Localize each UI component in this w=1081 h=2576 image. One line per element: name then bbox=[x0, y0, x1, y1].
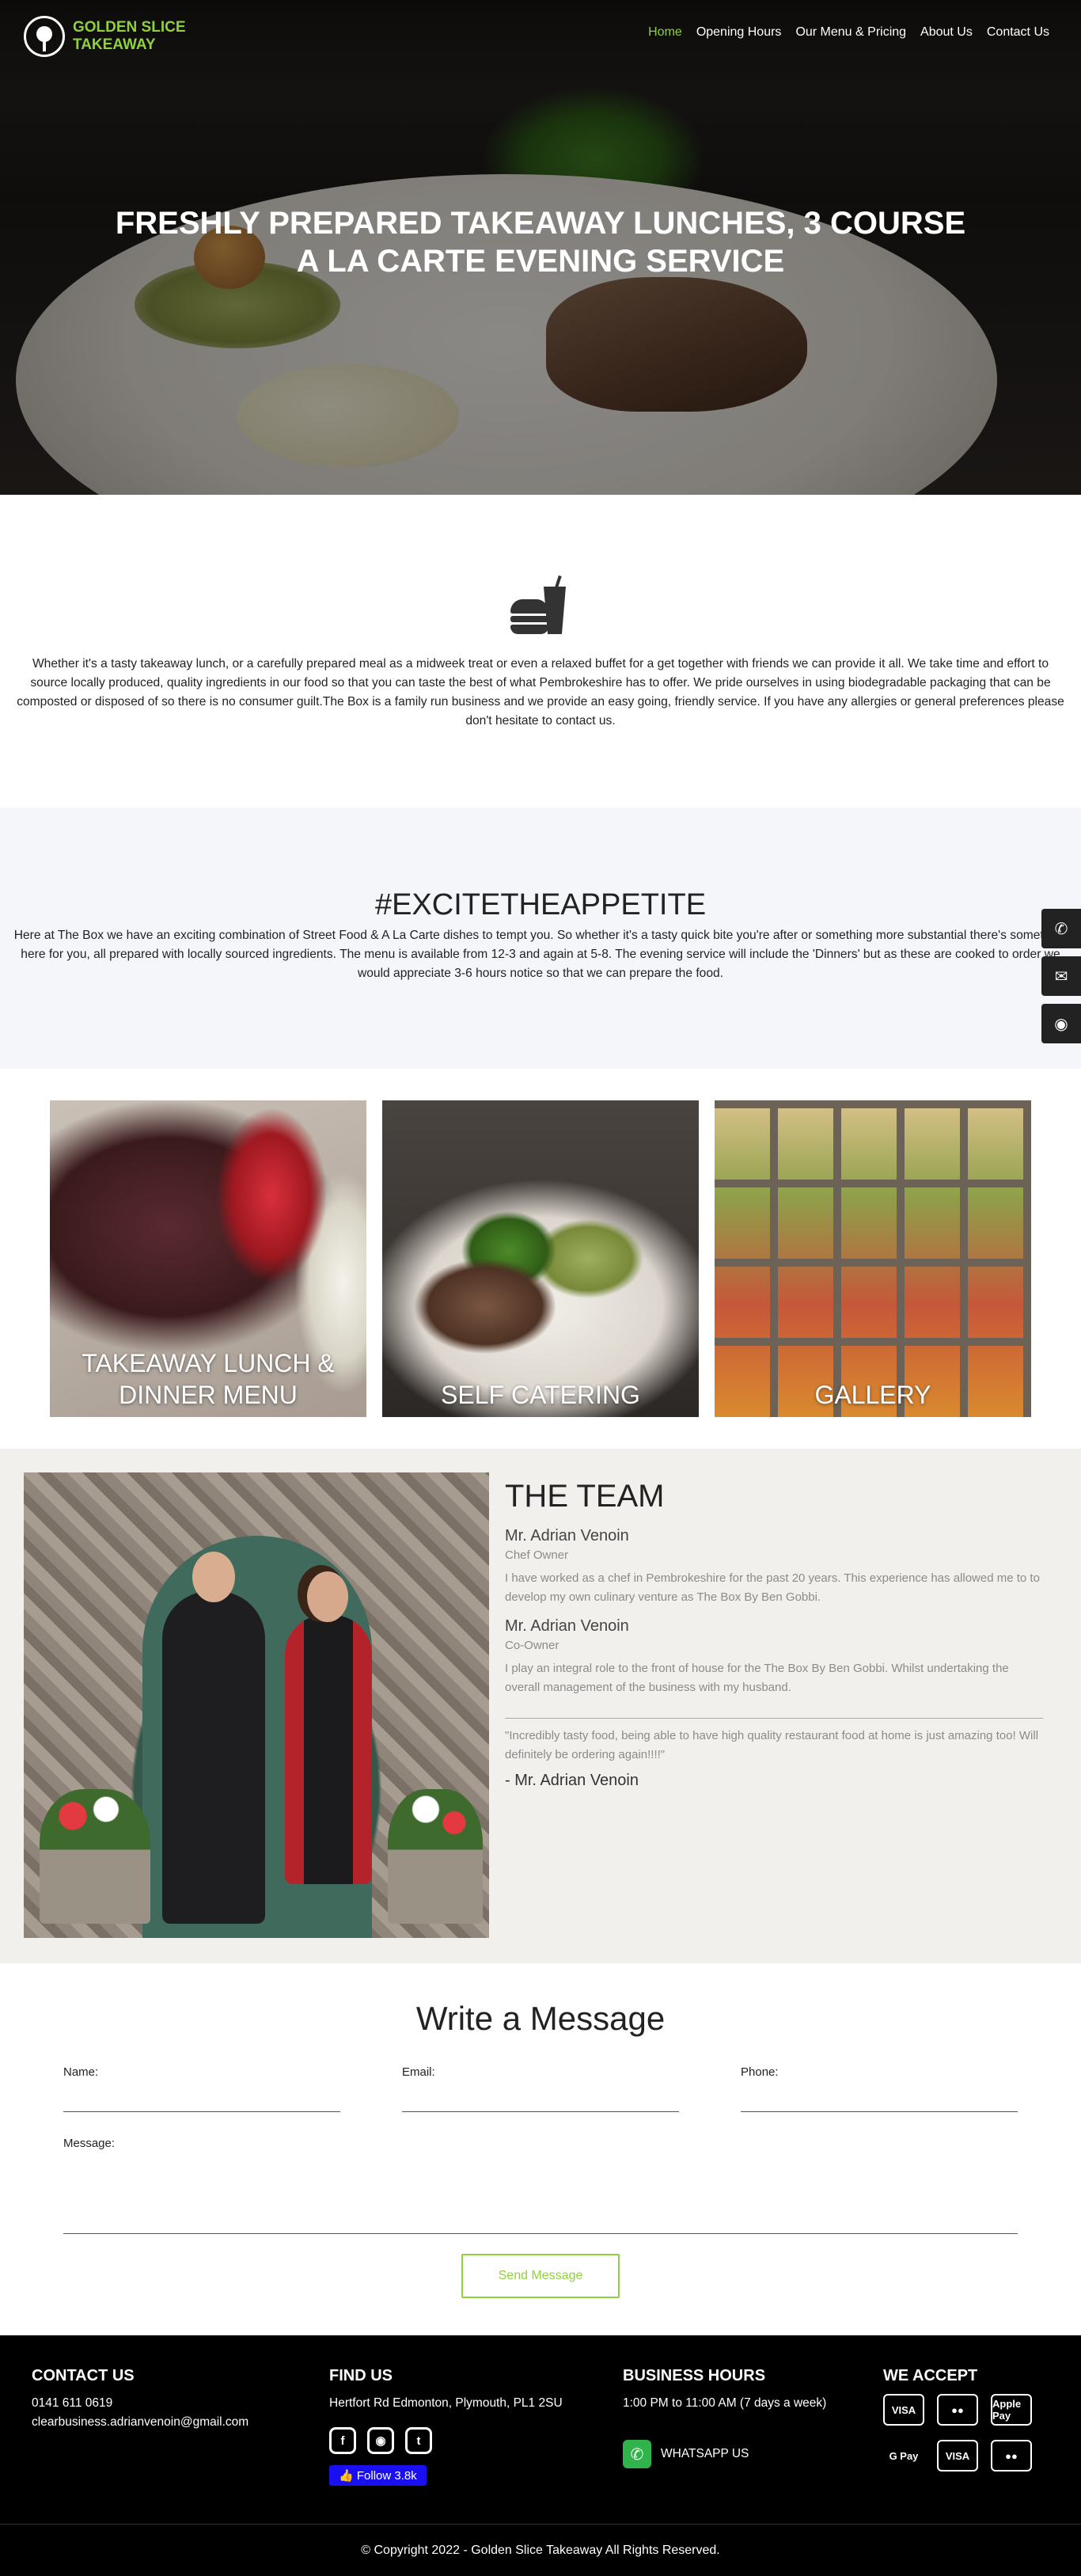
excite-text: Here at The Box we have an exciting comb… bbox=[13, 929, 1068, 980]
side-contact-tools: ✆ ✉ ◉ bbox=[1041, 909, 1081, 1051]
card-gallery[interactable]: GALLERY bbox=[715, 1100, 1031, 1417]
excite-title: #EXCITETHEAPPETITE bbox=[374, 888, 707, 921]
hero-title: FRESHLY PREPARED TAKEAWAY LUNCHES, 3 COU… bbox=[115, 206, 966, 279]
phone-label: Phone: bbox=[741, 2065, 779, 2079]
card-label: GALLERY bbox=[814, 1381, 931, 1409]
main-menu: Home Opening Hours Our Menu & Pricing Ab… bbox=[648, 25, 1049, 40]
testimonial-author: - Mr. Adrian Venoin bbox=[505, 1772, 639, 1789]
excite-section: #EXCITETHEAPPETITE Here at The Box we ha… bbox=[0, 807, 1081, 1069]
message-field[interactable] bbox=[63, 2152, 1018, 2234]
footer-address: Hertfort Rd Edmonton, Plymouth, PL1 2SU bbox=[329, 2396, 563, 2410]
nav-about-us[interactable]: About Us bbox=[920, 25, 973, 40]
logo-line2: TAKEAWAY bbox=[73, 36, 156, 53]
footer-find-us: FIND US Hertfort Rd Edmonton, Plymouth, … bbox=[329, 2365, 563, 2486]
logo-line1: GOLDEN SLICE bbox=[73, 19, 186, 36]
footer-hours-title: BUSINESS HOURS bbox=[623, 2367, 766, 2384]
visa-icon: VISA bbox=[937, 2440, 978, 2472]
google-pay-icon: G Pay bbox=[889, 2449, 919, 2462]
whatsapp-link[interactable]: ✆ WHATSAPP US bbox=[623, 2440, 826, 2468]
facebook-follow-button[interactable]: 👍 Follow 3.8k bbox=[329, 2465, 427, 2486]
top-nav: GOLDEN SLICE TAKEAWAY Home Opening Hours… bbox=[0, 0, 1081, 71]
team-title: THE TEAM bbox=[505, 1479, 665, 1514]
nav-menu-pricing[interactable]: Our Menu & Pricing bbox=[795, 25, 906, 40]
message-label: Message: bbox=[63, 2137, 116, 2150]
payment-methods: VISA ●● Apple Pay G Pay VISA ●● bbox=[883, 2394, 1032, 2472]
visa-icon: VISA bbox=[883, 2394, 924, 2426]
member-name: Mr. Adrian Venoin bbox=[505, 1527, 629, 1544]
facebook-icon[interactable]: f bbox=[329, 2427, 356, 2454]
plated-dish-image bbox=[382, 1100, 699, 1417]
member-role: Chef Owner bbox=[505, 1548, 569, 1562]
testimonial-quote: "Incredibly tasty food, being able to ha… bbox=[505, 1729, 1039, 1761]
team-section: THE TEAM Mr. Adrian Venoin Chef Owner I … bbox=[0, 1449, 1081, 1963]
team-info: THE TEAM Mr. Adrian Venoin Chef Owner I … bbox=[505, 1472, 1043, 1791]
mail-icon[interactable]: ✉ bbox=[1041, 956, 1081, 996]
email-label: Email: bbox=[402, 2065, 435, 2079]
footer-accept: WE ACCEPT VISA ●● Apple Pay G Pay VISA ●… bbox=[883, 2365, 1032, 2472]
phone-icon[interactable]: ✆ bbox=[1041, 909, 1081, 948]
copyright: © Copyright 2022 - Golden Slice Takeaway… bbox=[0, 2524, 1081, 2576]
food-trays-image bbox=[715, 1100, 1031, 1417]
thumbs-up-icon: 👍 bbox=[339, 2469, 357, 2483]
location-pin-icon[interactable]: ◉ bbox=[1041, 1004, 1081, 1043]
nav-contact-us[interactable]: Contact Us bbox=[987, 25, 1049, 40]
footer-hours: BUSINESS HOURS 1:00 PM to 11:00 AM (7 da… bbox=[623, 2365, 826, 2468]
card-takeaway-menu[interactable]: TAKEAWAY LUNCH & DINNER MENU bbox=[50, 1100, 366, 1417]
card-self-catering[interactable]: SELF CATERING bbox=[382, 1100, 699, 1417]
feature-cards: TAKEAWAY LUNCH & DINNER MENU SELF CATERI… bbox=[0, 1069, 1081, 1449]
footer-hours-text: 1:00 PM to 11:00 AM (7 days a week) bbox=[623, 2396, 827, 2410]
hero-banner: GOLDEN SLICE TAKEAWAY Home Opening Hours… bbox=[0, 0, 1081, 495]
member-role: Co-Owner bbox=[505, 1639, 559, 1652]
footer-phone[interactable]: 0141 611 0619 bbox=[32, 2394, 248, 2413]
nav-home[interactable]: Home bbox=[648, 25, 682, 40]
site-footer: CONTACT US 0141 611 0619 clearbusiness.a… bbox=[0, 2335, 1081, 2576]
form-title: Write a Message bbox=[415, 2000, 666, 2037]
logo-icon bbox=[24, 16, 65, 57]
intro-section: Whether it's a tasty takeaway lunch, or … bbox=[0, 495, 1081, 807]
footer-contact-title: CONTACT US bbox=[32, 2367, 135, 2384]
card-label: TAKEAWAY LUNCH & DINNER MENU bbox=[82, 1349, 335, 1409]
name-label: Name: bbox=[63, 2065, 99, 2079]
email-field[interactable] bbox=[402, 2080, 679, 2112]
footer-accept-title: WE ACCEPT bbox=[883, 2367, 978, 2384]
nav-opening-hours[interactable]: Opening Hours bbox=[696, 25, 782, 40]
footer-contact: CONTACT US 0141 611 0619 clearbusiness.a… bbox=[32, 2365, 248, 2432]
name-field[interactable] bbox=[63, 2080, 340, 2112]
mastercard-icon: ●● bbox=[991, 2440, 1032, 2472]
team-photo bbox=[24, 1472, 489, 1938]
instagram-icon[interactable]: ◉ bbox=[367, 2427, 394, 2454]
site-logo[interactable]: GOLDEN SLICE TAKEAWAY bbox=[24, 16, 186, 57]
member-name: Mr. Adrian Venoin bbox=[505, 1617, 629, 1635]
contact-form: Write a Message Name: Email: Phone: Mess… bbox=[0, 1963, 1081, 2335]
send-message-button[interactable]: Send Message bbox=[461, 2254, 620, 2298]
twitter-icon[interactable]: t bbox=[405, 2427, 432, 2454]
whatsapp-icon: ✆ bbox=[623, 2440, 651, 2468]
footer-find-title: FIND US bbox=[329, 2367, 393, 2384]
divider bbox=[505, 1718, 1043, 1719]
card-label: SELF CATERING bbox=[441, 1381, 640, 1409]
mastercard-icon: ●● bbox=[937, 2394, 978, 2426]
member-bio: I have worked as a chef in Pembrokeshire… bbox=[505, 1571, 1040, 1604]
apple-pay-icon: Apple Pay bbox=[991, 2394, 1032, 2426]
phone-field[interactable] bbox=[741, 2080, 1018, 2112]
footer-email[interactable]: clearbusiness.adrianvenoin@gmail.com bbox=[32, 2413, 248, 2432]
social-links: f ◉ t bbox=[329, 2427, 563, 2454]
burger-drink-icon bbox=[509, 575, 572, 639]
member-bio: I play an integral role to the front of … bbox=[505, 1662, 1009, 1694]
intro-text: Whether it's a tasty takeaway lunch, or … bbox=[17, 657, 1064, 728]
